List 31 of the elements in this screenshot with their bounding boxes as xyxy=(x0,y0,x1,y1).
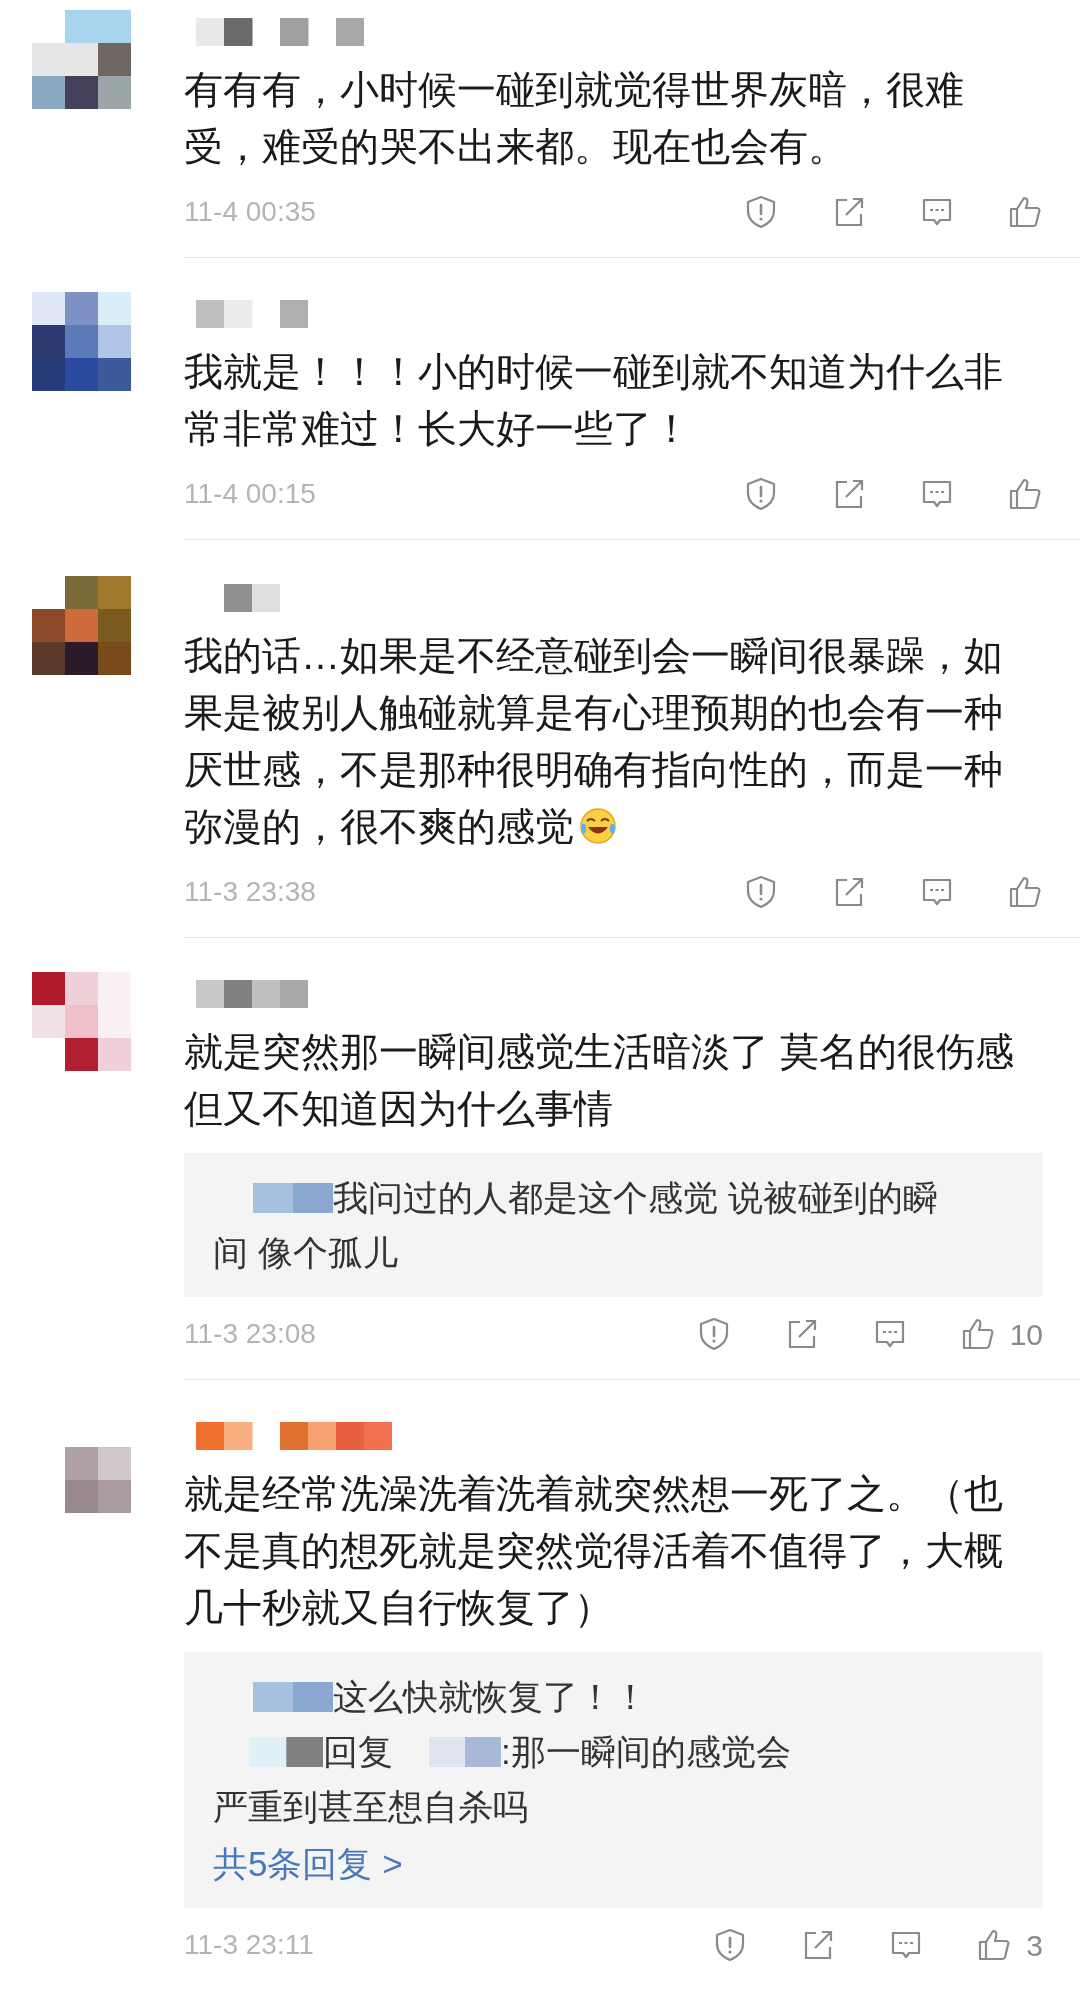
pixelated-username[interactable] xyxy=(196,18,364,46)
timestamp: 11-3 23:38 xyxy=(184,875,317,909)
pixelated-avatar[interactable] xyxy=(32,576,131,675)
like-count: 10 xyxy=(1009,1316,1043,1353)
pixelated-avatar[interactable] xyxy=(32,972,131,1071)
comment-text: 我就是！！！小的时候一碰到就不知道为什么非常非常难过！长大好一些了！ xyxy=(184,350,1003,450)
timestamp: 11-3 23:11 xyxy=(184,1928,315,1962)
pixelated-avatar[interactable] xyxy=(32,292,131,391)
pixelated-username[interactable] xyxy=(196,980,308,1008)
comment-text: 有有有，小时候一碰到就觉得世界灰暗，很难受，难受的哭不出来都。现在也会有。 xyxy=(184,68,964,168)
reply-text: 严重到甚至想自杀吗 xyxy=(213,1787,528,1826)
like-count: 3 xyxy=(1026,1927,1043,1964)
thumbs-up-icon[interactable] xyxy=(1007,194,1043,230)
comment-text: 弥漫的，很不爽的感觉 xyxy=(184,805,574,848)
reply-text: :那一瞬间的感觉会 xyxy=(501,1732,791,1771)
pixelated-username[interactable] xyxy=(196,1422,392,1450)
comment-text: 就是突然那一瞬间感觉生活暗淡了 莫名的很伤感但又不知道因为什么事情 xyxy=(184,1030,1014,1130)
timestamp: 11-4 00:15 xyxy=(184,477,317,511)
more-replies-link[interactable]: 共5条回复 > xyxy=(213,1844,403,1883)
pixelated-avatar[interactable] xyxy=(32,10,131,109)
laughing-emoji-icon xyxy=(578,806,618,846)
reply-text: 我问过的人都是这个感觉 说被碰到的瞬 xyxy=(333,1178,938,1217)
thumbs-up-icon[interactable] xyxy=(1007,874,1043,910)
comment-text: 我的话…如果是不经意碰到会一瞬间很暴躁，如果是被别人触碰就算是有心理预期的也会有一种厌世感，不是那种很明确有指向性的，而是一种 xyxy=(184,634,1003,791)
reply-text: 这么快就恢复了！！ xyxy=(333,1677,648,1716)
comment-text: 就是经常洗澡洗着洗着就突然想一死了之。（也不是真的想死就是突然觉得活着不值得了，大概几十秒就又自行恢复了） xyxy=(184,1472,1003,1629)
reply-text: 回复 xyxy=(323,1732,393,1771)
thumbs-up-icon[interactable] xyxy=(1007,476,1043,512)
timestamp: 11-3 23:08 xyxy=(184,1317,317,1351)
timestamp: 11-4 00:35 xyxy=(184,195,317,229)
reply-text: 间 像个孤儿 xyxy=(213,1233,398,1272)
